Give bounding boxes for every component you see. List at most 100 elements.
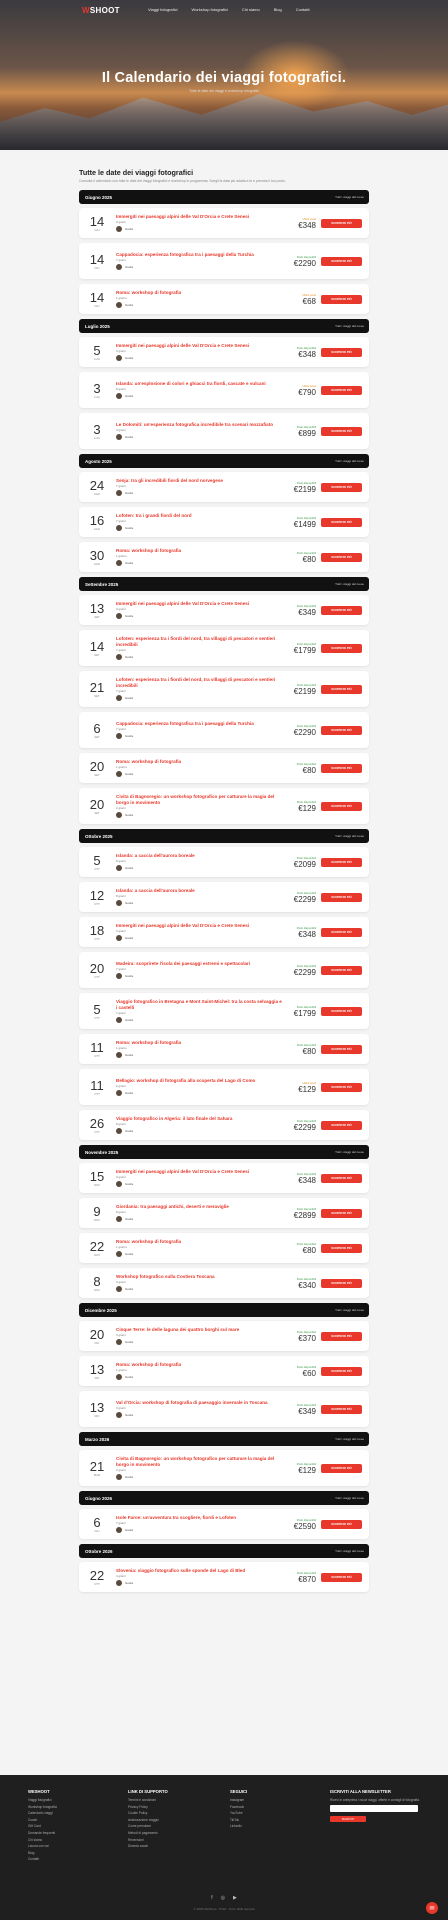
trip-card[interactable]: 14 GIU Roma: workshop di fotografia 1 giorn… (79, 284, 369, 314)
footer-link[interactable]: Gift Card (28, 1824, 57, 1828)
discover-button[interactable]: SCOPRI DI PIÙ (321, 385, 362, 395)
facebook-icon[interactable]: f (211, 1895, 212, 1901)
month-all-link[interactable]: Tutti i viaggi del mese (335, 582, 364, 586)
discover-button[interactable]: SCOPRI DI PIÙ (321, 801, 362, 811)
footer-link[interactable]: Assicurazione viaggio (128, 1818, 168, 1822)
month-all-link[interactable]: Tutti i viaggi del mese (335, 459, 364, 463)
discover-button[interactable]: SCOPRI DI PIÙ (321, 1173, 362, 1183)
trip-card[interactable]: 13 DIC Roma: workshop di fotografia 1 giorn… (79, 1356, 369, 1386)
trip-card[interactable]: 18 OTT Immergiti nei paesaggi alpini delle… (79, 917, 369, 947)
discover-button[interactable]: SCOPRI DI PIÙ (321, 643, 362, 653)
trip-card[interactable]: 11 OTT Bellagio: workshop di fotografia al… (79, 1069, 369, 1105)
trip-title[interactable]: Islanda: a caccia dell'aurora boreale (116, 853, 283, 859)
footer-link[interactable]: Coach (28, 1818, 57, 1822)
footer-link[interactable]: Metodi di pagamento (128, 1831, 168, 1835)
footer-link[interactable]: Facebook (230, 1805, 247, 1809)
trip-title[interactable]: Le Dolomiti: un'esperienza fotografica i… (116, 422, 283, 428)
trip-card[interactable]: 13 DIC Val d'Orcia: workshop di fotografia… (79, 1391, 369, 1427)
footer-link[interactable]: Come prenotare (128, 1824, 168, 1828)
trip-card[interactable]: 11 OTT Roma: workshop di fotografia 1 giorn… (79, 1034, 369, 1064)
month-all-link[interactable]: Tutti i viaggi del mese (335, 834, 364, 838)
trip-card[interactable]: 3 LUG Le Dolomiti: un'esperienza fotografi… (79, 413, 369, 449)
newsletter-subscribe-button[interactable]: ISCRIVITI (330, 1816, 366, 1822)
discover-button[interactable]: SCOPRI DI PIÙ (321, 218, 362, 228)
footer-link[interactable]: Viaggi fotografici (28, 1798, 57, 1802)
trip-card[interactable]: 20 DIC Cinque Terre: le delle laguna dei q… (79, 1321, 369, 1351)
trip-title[interactable]: Roma: workshop di fotografia (116, 1362, 283, 1368)
trip-title[interactable]: Isole Faroe: un'avventura tra scogliere,… (116, 1515, 283, 1521)
discover-button[interactable]: SCOPRI DI PIÙ (321, 294, 362, 304)
trip-card[interactable]: 22 OTT Slovenia: viaggio fotografico sulle… (79, 1562, 369, 1592)
trip-title[interactable]: Cappadocia: esperienza fotografica tra i… (116, 721, 283, 727)
month-all-link[interactable]: Tutti i viaggi del mese (335, 1308, 364, 1312)
trip-card[interactable]: 20 SET Civita di Bagnoregio: un workshop f… (79, 788, 369, 824)
discover-button[interactable]: SCOPRI DI PIÙ (321, 725, 362, 735)
discover-button[interactable]: SCOPRI DI PIÙ (321, 892, 362, 902)
discover-button[interactable]: SCOPRI DI PIÙ (321, 552, 362, 562)
trip-title[interactable]: Civita di Bagnoregio: un workshop fotogr… (116, 1456, 283, 1467)
trip-card[interactable]: 8 NOV Workshop fotografico sulla Costiera … (79, 1268, 369, 1298)
nav-link[interactable]: Workshop fotografici (192, 7, 228, 12)
discover-button[interactable]: SCOPRI DI PIÙ (321, 1331, 362, 1341)
nav-link[interactable]: Blog (274, 7, 282, 12)
trip-title[interactable]: Val d'Orcia: workshop di fotografia di p… (116, 1400, 283, 1406)
trip-card[interactable]: 15 NOV Immergiti nei paesaggi alpini delle… (79, 1163, 369, 1193)
trip-card[interactable]: 16 AGO Lofoten: tra i grandi fiordi del no… (79, 507, 369, 537)
footer-link[interactable]: Instagram (230, 1798, 247, 1802)
trip-title[interactable]: Roma: workshop di fotografia (116, 759, 283, 765)
nav-link[interactable]: Viaggi fotografici (148, 7, 178, 12)
trip-card[interactable]: 5 OTT Islanda: a caccia dell'aurora boreal… (79, 847, 369, 877)
discover-button[interactable]: SCOPRI DI PIÙ (321, 605, 362, 615)
trip-title[interactable]: Immergiti nei paesaggi alpini delle Val … (116, 214, 283, 220)
trip-card[interactable]: 21 MAR Civita di Bagnoregio: un workshop f… (79, 1450, 369, 1486)
trip-card[interactable]: 14 GIU Cappadocia: esperienza fotografica … (79, 243, 369, 279)
discover-button[interactable]: SCOPRI DI PIÙ (321, 256, 362, 266)
discover-button[interactable]: SCOPRI DI PIÙ (321, 517, 362, 527)
trip-card[interactable]: 9 NOV Giordania: tra paesaggi antichi, des… (79, 1198, 369, 1228)
trip-title[interactable]: Roma: workshop di fotografia (116, 1239, 283, 1245)
discover-button[interactable]: SCOPRI DI PIÙ (321, 1243, 362, 1253)
trip-title[interactable]: Slovenia: viaggio fotografico sulle spon… (116, 1568, 283, 1574)
instagram-icon[interactable]: ◎ (221, 1895, 225, 1901)
trip-title[interactable]: Giordania: tra paesaggi antichi, deserti… (116, 1204, 283, 1210)
discover-button[interactable]: SCOPRI DI PIÙ (321, 684, 362, 694)
trip-title[interactable]: Senja: tra gli incredibili fiordi del no… (116, 478, 283, 484)
trip-card[interactable]: 21 SET Lofoten: esperienza tra i fiordi de… (79, 671, 369, 707)
footer-link[interactable]: Lavora con noi (28, 1844, 57, 1848)
discover-button[interactable]: SCOPRI DI PIÙ (321, 482, 362, 492)
trip-title[interactable]: Immergiti nei paesaggi alpini delle Val … (116, 923, 283, 929)
discover-button[interactable]: SCOPRI DI PIÙ (321, 1006, 362, 1016)
trip-card[interactable]: 6 SET Cappadocia: esperienza fotografica t… (79, 712, 369, 748)
footer-link[interactable]: TikTok (230, 1818, 247, 1822)
trip-card[interactable]: 5 OTT Viaggio fotografico in Bretagna e Mo… (79, 993, 369, 1029)
trip-title[interactable]: Workshop fotografico sulla Costiera Tosc… (116, 1274, 283, 1280)
month-all-link[interactable]: Tutti i viaggi del mese (335, 1549, 364, 1553)
month-all-link[interactable]: Tutti i viaggi del mese (335, 1437, 364, 1441)
discover-button[interactable]: SCOPRI DI PIÙ (321, 1404, 362, 1414)
discover-button[interactable]: SCOPRI DI PIÙ (321, 1044, 362, 1054)
trip-title[interactable]: Lofoten: esperienza tra i fiordi del nor… (116, 677, 283, 688)
discover-button[interactable]: SCOPRI DI PIÙ (321, 347, 362, 357)
trip-card[interactable]: 20 OTT Madeira: scoprirete l'isola dei pae… (79, 952, 369, 988)
trip-card[interactable]: 3 LUG Islanda: un'esplosione di colori e g… (79, 372, 369, 408)
nav-link[interactable]: Chi siamo (242, 7, 260, 12)
month-all-link[interactable]: Tutti i viaggi del mese (335, 324, 364, 328)
trip-card[interactable]: 26 OTT Viaggio fotografico in Algeria: il … (79, 1110, 369, 1140)
footer-link[interactable]: Workshop fotografici (28, 1805, 57, 1809)
footer-link[interactable]: Diventa coach (128, 1844, 168, 1848)
trip-title[interactable]: Viaggio fotografico in Algeria: il lato … (116, 1116, 283, 1122)
discover-button[interactable]: SCOPRI DI PIÙ (321, 1572, 362, 1582)
discover-button[interactable]: SCOPRI DI PIÙ (321, 1208, 362, 1218)
trip-card[interactable]: 24 AGO Senja: tra gli incredibili fiordi d… (79, 472, 369, 502)
trip-title[interactable]: Civita di Bagnoregio: un workshop fotogr… (116, 794, 283, 805)
trip-title[interactable]: Roma: workshop di fotografia (116, 290, 283, 296)
footer-link[interactable]: Calendario viaggi (28, 1811, 57, 1815)
trip-card[interactable]: 20 SET Roma: workshop di fotografia 1 giorn… (79, 753, 369, 783)
trip-card[interactable]: 5 LUG Immergiti nei paesaggi alpini delle … (79, 337, 369, 367)
trip-card[interactable]: 14 SET Lofoten: esperienza tra i fiordi de… (79, 630, 369, 666)
trip-card[interactable]: 30 AGO Roma: workshop di fotografia 1 giorn… (79, 542, 369, 572)
discover-button[interactable]: SCOPRI DI PIÙ (321, 1278, 362, 1288)
month-all-link[interactable]: Tutti i viaggi del mese (335, 1496, 364, 1500)
footer-link[interactable]: Privacy Policy (128, 1805, 168, 1809)
trip-title[interactable]: Islanda: a caccia dell'aurora boreale (116, 888, 283, 894)
